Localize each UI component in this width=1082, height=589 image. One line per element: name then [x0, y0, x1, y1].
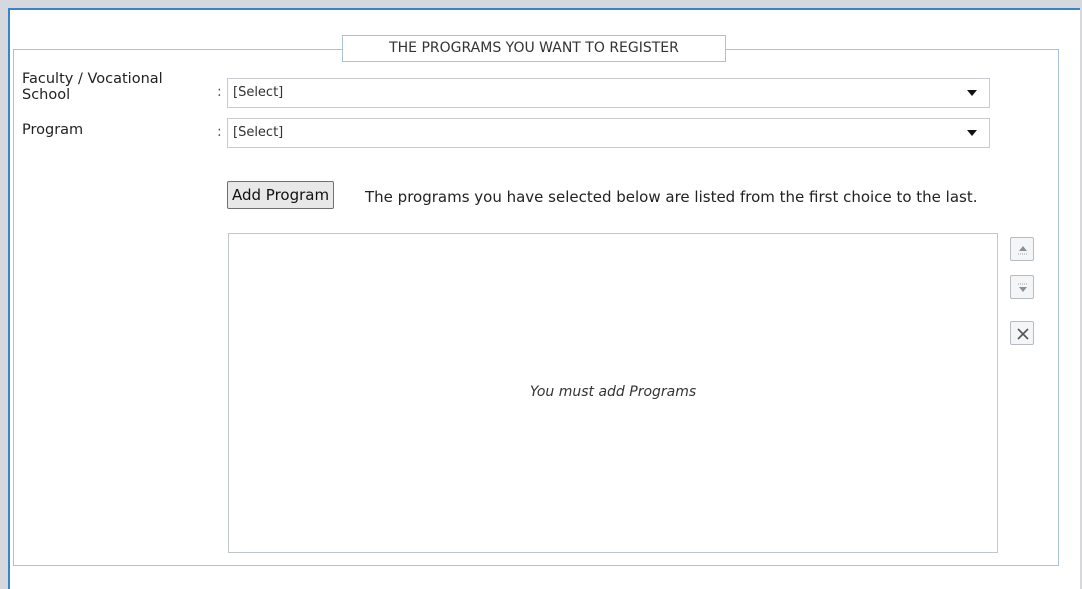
- program-colon: :: [217, 124, 222, 140]
- faculty-label: Faculty / Vocational School: [22, 71, 163, 103]
- selected-programs-list[interactable]: You must add Programs: [228, 233, 998, 553]
- add-program-button[interactable]: Add Program: [227, 181, 335, 209]
- selection-order-hint: The programs you have selected below are…: [365, 188, 978, 206]
- section-legend: THE PROGRAMS YOU WANT TO REGISTER: [342, 35, 726, 62]
- move-down-icon: [1018, 283, 1028, 292]
- move-up-icon: [1018, 246, 1028, 255]
- faculty-label-line1: Faculty / Vocational: [22, 71, 163, 87]
- faculty-select-value: [Select]: [233, 85, 284, 100]
- faculty-label-line2: School: [22, 87, 71, 103]
- program-label: Program: [22, 122, 84, 138]
- faculty-colon: :: [217, 84, 222, 100]
- close-icon: [1017, 328, 1029, 340]
- remove-program-button[interactable]: [1010, 321, 1034, 345]
- empty-list-message: You must add Programs: [529, 384, 697, 400]
- chevron-down-icon: [967, 130, 977, 136]
- move-up-button[interactable]: [1010, 237, 1034, 261]
- faculty-select[interactable]: [Select]: [227, 78, 990, 108]
- program-select-value: [Select]: [233, 125, 284, 140]
- program-select[interactable]: [Select]: [227, 118, 990, 148]
- chevron-down-icon: [967, 90, 977, 96]
- move-down-button[interactable]: [1010, 275, 1034, 299]
